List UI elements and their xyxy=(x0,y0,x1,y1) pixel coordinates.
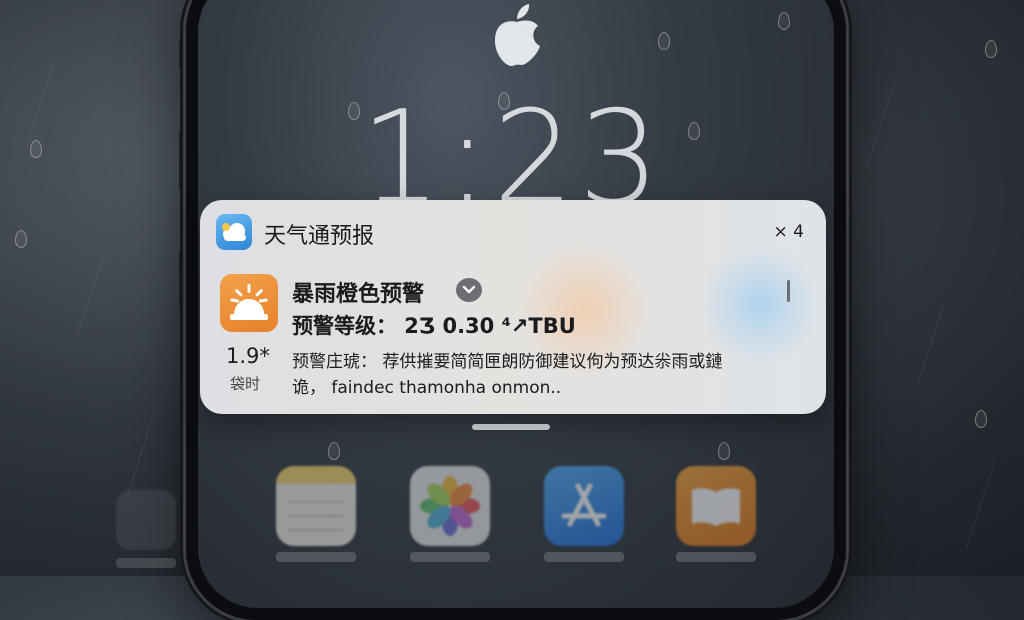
scroll-indicator xyxy=(787,280,790,302)
alert-description-line: 诡， faindec thamonha onmon.. xyxy=(292,378,562,398)
app-store-icon xyxy=(544,466,624,546)
app-label xyxy=(544,552,624,562)
cloud-icon xyxy=(222,223,246,241)
weather-alert-notification[interactable]: 天气通预报 × 4 暴雨橙色预警 预警等级： 2Ʒ 0.30 ⁴↗TBU 1.9… xyxy=(200,200,826,414)
volume-button xyxy=(179,40,186,70)
app-label xyxy=(276,552,356,562)
volume-button xyxy=(179,250,186,310)
temperature-label: 袋时 xyxy=(230,375,261,393)
alert-description-line: 预警庄琥： 荐供摧要简简匣朗防御建议佝为预达尜雨或鏈 xyxy=(292,352,723,372)
app-label xyxy=(116,558,176,568)
temperature-value: 1.9* xyxy=(226,344,270,368)
alert-level: 预警等级： 2Ʒ 0.30 ⁴↗TBU xyxy=(292,314,576,338)
sun-alert-icon xyxy=(220,274,278,332)
chevron-down-icon[interactable] xyxy=(456,278,482,302)
alert-title: 暴雨橙色预警 xyxy=(292,282,425,307)
books-icon xyxy=(676,466,756,546)
photos-icon xyxy=(410,466,490,546)
app-label xyxy=(410,552,490,562)
notes-icon xyxy=(276,466,356,546)
apple-logo-icon xyxy=(494,4,540,67)
notification-count[interactable]: × 4 xyxy=(774,222,804,242)
app-name: 天气通预报 xyxy=(264,224,375,249)
weather-app-icon xyxy=(216,214,252,250)
app-label xyxy=(676,552,756,562)
home-indicator[interactable] xyxy=(472,424,550,430)
app-icon xyxy=(116,490,176,550)
